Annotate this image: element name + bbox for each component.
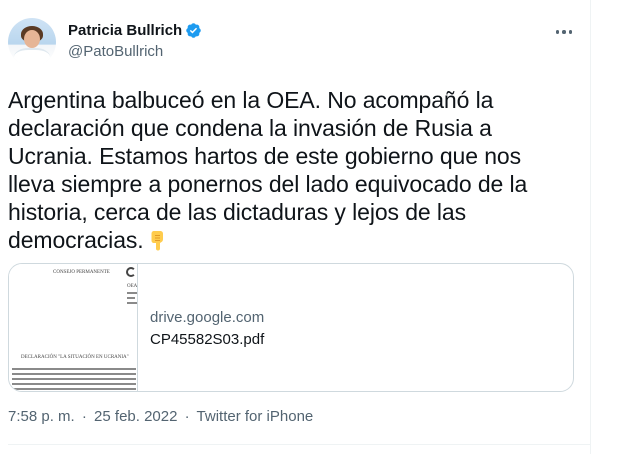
thumb-line xyxy=(12,383,136,385)
pointing-down-emoji-icon xyxy=(147,229,169,251)
thumb-line xyxy=(127,297,135,299)
thumb-line xyxy=(12,388,136,390)
more-dot xyxy=(568,30,573,34)
thumb-line xyxy=(127,302,137,304)
tweet-meta: 7:58 p. m. · 25 feb. 2022 · Twitter for … xyxy=(8,408,313,425)
more-options-icon[interactable] xyxy=(551,22,577,42)
link-card-domain: drive.google.com xyxy=(150,309,265,326)
column-divider xyxy=(590,0,591,454)
meta-separator: · xyxy=(184,408,190,425)
tweet-body: Argentina balbuceó en la OEA. No acompañ… xyxy=(8,87,528,253)
tweet: Patricia Bullrich @PatoBullrich Argentin… xyxy=(0,0,590,454)
thumb-header: CONSEJO PERMANENTE xyxy=(53,270,110,275)
thumb-line xyxy=(12,368,136,370)
meta-space xyxy=(177,408,181,425)
meta-separator xyxy=(75,408,79,425)
tweet-text: Argentina balbuceó en la OEA. No acompañ… xyxy=(8,86,568,254)
verified-badge-icon xyxy=(185,22,202,39)
more-dot xyxy=(562,30,566,34)
thumb-line xyxy=(12,378,136,380)
thumb-side: OEA xyxy=(127,284,138,289)
pdf-thumbnail: CONSEJO PERMANENTE OEA DECLARACIÓN "LA S… xyxy=(9,264,138,391)
thumb-heading: DECLARACIÓN "LA SITUACIÓN EN UCRANIA" xyxy=(21,355,129,360)
more-dot xyxy=(555,30,560,34)
author-handle[interactable]: @PatoBullrich xyxy=(68,43,163,60)
link-card[interactable]: CONSEJO PERMANENTE OEA DECLARACIÓN "LA S… xyxy=(8,263,574,392)
tweet-divider xyxy=(8,444,590,445)
thumb-line xyxy=(127,292,137,294)
link-card-title: CP45582S03.pdf xyxy=(150,331,265,348)
author-display-name[interactable]: Patricia Bullrich xyxy=(68,22,182,39)
link-card-body[interactable]: drive.google.com CP45582S03.pdf xyxy=(150,308,264,350)
thumb-line xyxy=(12,373,136,375)
avatar-face xyxy=(24,30,40,48)
tweet-date[interactable]: 25 feb. 2022 xyxy=(94,408,177,425)
tweet-source[interactable]: Twitter for iPhone xyxy=(197,408,314,425)
avatar[interactable] xyxy=(8,18,56,66)
oea-logo-icon xyxy=(126,267,136,277)
tweet-time[interactable]: 7:58 p. m. xyxy=(8,408,75,425)
meta-separator: · xyxy=(81,408,87,425)
avatar-shirt xyxy=(14,48,50,66)
author-name-row[interactable]: Patricia Bullrich xyxy=(68,22,202,39)
